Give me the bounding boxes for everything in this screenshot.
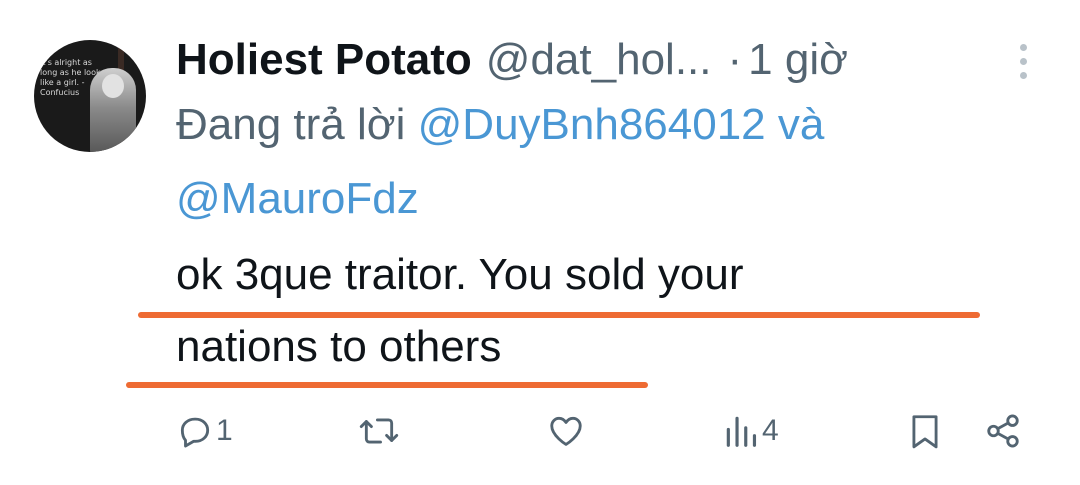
tweet-card[interactable]: It's alright as long as he looks like a … [0, 0, 1080, 485]
bookmark-button[interactable] [906, 406, 944, 456]
views-icon [722, 412, 760, 450]
more-icon-dot-3 [1020, 72, 1027, 79]
replying-to-label: Đang trả lời [176, 100, 406, 149]
repost-icon [358, 412, 400, 450]
tweet-actions-bar: 1 4 [0, 406, 1080, 456]
avatar-figure [90, 68, 136, 152]
reply-count: 1 [216, 414, 233, 447]
mention-link-2[interactable]: @MauroFdz [176, 174, 419, 223]
tweet-header: Holiest Potato @dat_hol... · 1 giờ [176, 30, 848, 90]
share-icon [984, 412, 1022, 450]
mention-conjunction: và [777, 100, 825, 149]
more-options-button[interactable] [1014, 44, 1034, 80]
heart-icon [546, 412, 586, 450]
tweet-text-line-1: ok 3que traitor. You sold your [176, 250, 744, 299]
header-separator: · [727, 35, 743, 84]
avatar[interactable]: It's alright as long as he looks like a … [34, 40, 146, 152]
tweet-timestamp[interactable]: 1 giờ [748, 35, 848, 85]
author-name[interactable]: Holiest Potato [176, 35, 472, 85]
like-button[interactable] [546, 406, 588, 456]
more-icon [1020, 44, 1027, 51]
author-handle[interactable]: @dat_hol... [486, 35, 712, 85]
views-count: 4 [762, 414, 779, 447]
share-button[interactable] [984, 406, 1022, 456]
bookmark-icon [906, 411, 944, 451]
replying-to-line-2: @MauroFdz [176, 168, 1036, 230]
reply-button[interactable]: 1 [176, 406, 233, 456]
replying-to-line: Đang trả lời @DuyBnh864012 và [176, 94, 1036, 156]
mention-link-1[interactable]: @DuyBnh864012 [418, 100, 766, 149]
annotation-underline-2 [126, 382, 648, 388]
reply-icon [176, 412, 214, 450]
views-button[interactable]: 4 [722, 406, 779, 456]
repost-button[interactable] [358, 406, 402, 456]
tweet-text-line-2: nations to others [176, 322, 502, 371]
more-icon-dot-2 [1020, 58, 1027, 65]
